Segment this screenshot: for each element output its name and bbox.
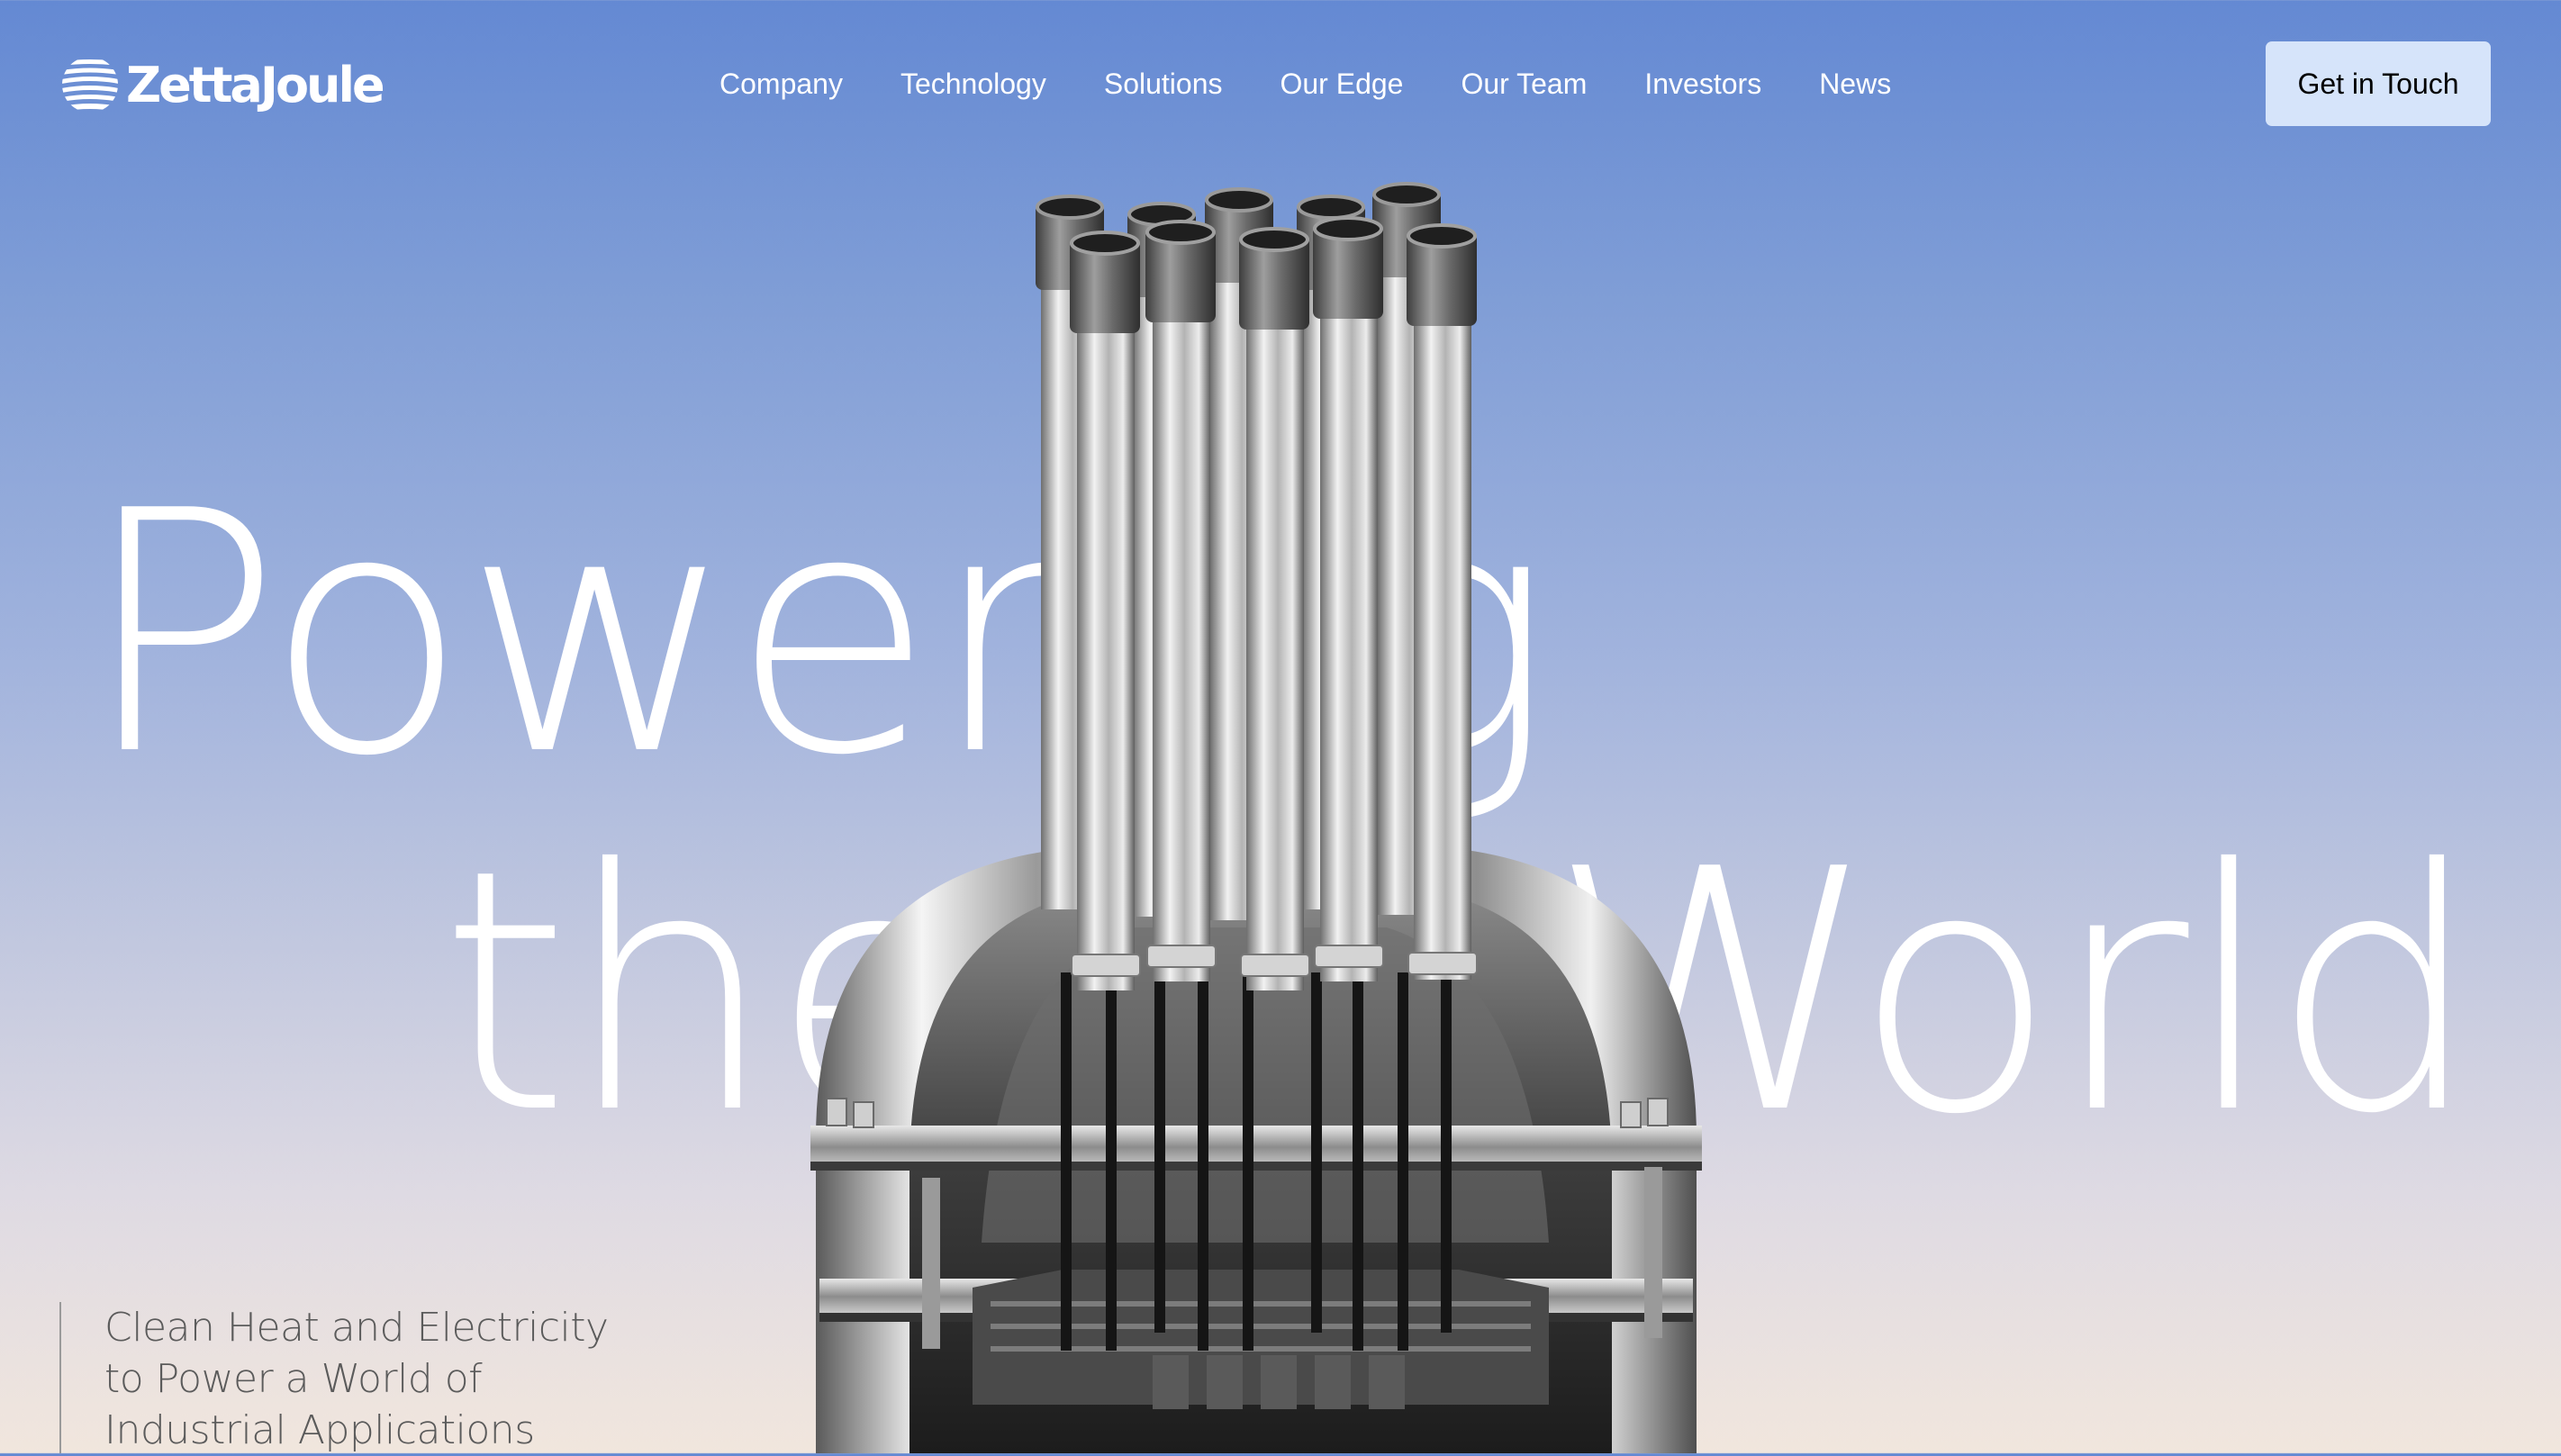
reactor-vessel-image bbox=[810, 182, 1702, 1453]
subheadline-line: to Power a World of bbox=[104, 1356, 483, 1402]
hero-subheadline: Clean Heat and Electricity to Power a Wo… bbox=[59, 1302, 636, 1453]
subheadline-line: Industrial Applications bbox=[104, 1407, 535, 1453]
subheadline-line: Clean Heat and Electricity bbox=[104, 1305, 609, 1351]
